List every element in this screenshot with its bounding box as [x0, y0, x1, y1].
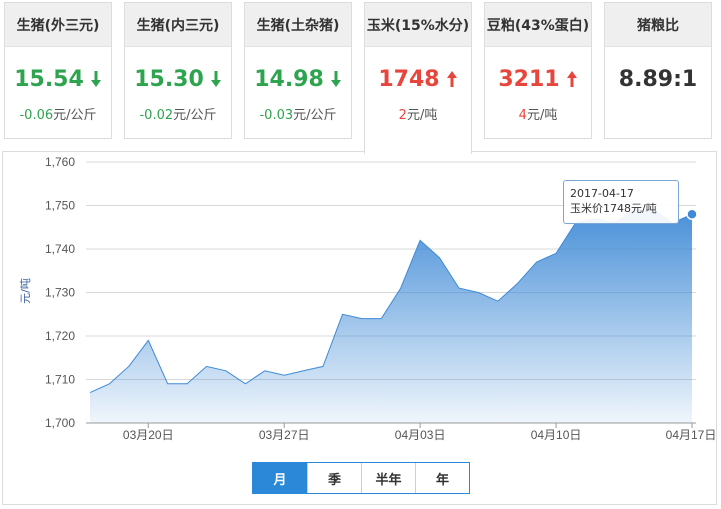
data-point[interactable]: [686, 208, 698, 220]
x-tick-label: 04月03日: [395, 428, 446, 442]
card-change: -0.02元/公斤: [125, 104, 231, 123]
series-area: [90, 209, 692, 423]
data-point[interactable]: [320, 363, 326, 369]
arrow-down-icon: [90, 71, 101, 87]
price-card[interactable]: 生猪(外三元) 15.54 -0.06元/公斤: [4, 2, 112, 139]
data-point[interactable]: [281, 372, 287, 378]
data-point[interactable]: [534, 259, 540, 265]
data-point[interactable]: [417, 237, 423, 243]
card-change-unit: 元/公斤: [293, 108, 337, 123]
data-point[interactable]: [553, 250, 559, 256]
data-point[interactable]: [359, 316, 365, 322]
card-value-number: 15.30: [134, 67, 204, 92]
chart-tooltip: 2017-04-17 玉米价1748元/吨: [563, 180, 679, 224]
card-value-number: 3211: [498, 67, 560, 92]
card-change-value: 2: [398, 108, 407, 123]
card-value-number: 8.89:1: [618, 67, 698, 92]
data-point[interactable]: [475, 290, 481, 296]
data-point[interactable]: [301, 368, 307, 374]
price-card[interactable]: 生猪(内三元) 15.30 -0.02元/公斤: [124, 2, 232, 139]
y-tick-label: 1,760: [45, 155, 75, 169]
tooltip-date: 2017-04-17: [570, 187, 634, 200]
arrow-down-icon: [330, 71, 341, 87]
x-tick-label: 04月17日: [666, 428, 717, 442]
card-value: 15.54: [5, 67, 111, 92]
range-button[interactable]: 月: [253, 463, 307, 493]
y-tick-label: 1,720: [45, 329, 75, 343]
card-change-value: 4: [518, 108, 527, 123]
card-value: 14.98: [245, 67, 351, 92]
card-change: 4元/吨: [485, 104, 591, 123]
arrow-up-icon: [446, 71, 457, 87]
data-point[interactable]: [145, 337, 151, 343]
card-value: 15.30: [125, 67, 231, 92]
y-tick-label: 1,700: [45, 416, 75, 430]
range-button[interactable]: 半年: [361, 463, 415, 493]
card-value: 3211: [485, 67, 591, 92]
card-change: -0.06元/公斤: [5, 104, 111, 123]
range-button[interactable]: 季: [307, 463, 361, 493]
x-tick-label: 04月10日: [531, 428, 582, 442]
card-title: 生猪(外三元): [5, 3, 111, 47]
y-tick-label: 1,750: [45, 199, 75, 213]
data-point[interactable]: [456, 285, 462, 291]
data-point[interactable]: [242, 381, 248, 387]
data-point[interactable]: [398, 285, 404, 291]
data-point[interactable]: [514, 281, 520, 287]
data-point[interactable]: [378, 316, 384, 322]
price-card[interactable]: 玉米(15%水分) 1748 2元/吨: [364, 2, 472, 154]
x-tick-label: 03月27日: [259, 428, 310, 442]
card-change-unit: 元/吨: [406, 108, 438, 123]
card-title: 猪粮比: [605, 3, 711, 47]
data-point[interactable]: [437, 255, 443, 261]
arrow-down-icon: [210, 71, 221, 87]
data-point[interactable]: [126, 363, 132, 369]
data-point[interactable]: [495, 298, 501, 304]
card-value-number: 15.54: [14, 67, 84, 92]
x-tick-label: 03月20日: [123, 428, 174, 442]
y-axis-label: 元/吨: [19, 278, 32, 304]
data-point[interactable]: [340, 311, 346, 317]
card-title: 生猪(土杂猪): [245, 3, 351, 47]
card-title: 玉米(15%水分): [365, 3, 471, 47]
range-selector: 月季半年年: [252, 462, 470, 494]
data-point[interactable]: [262, 368, 268, 374]
arrow-up-icon: [566, 71, 577, 87]
data-point[interactable]: [184, 381, 190, 387]
tooltip-text: 玉米价1748元/吨: [570, 202, 657, 215]
card-change: -0.03元/公斤: [245, 104, 351, 123]
card-change-value: -0.03: [259, 108, 294, 123]
card-change-unit: 元/公斤: [53, 108, 97, 123]
card-value: 8.89:1: [605, 67, 711, 92]
card-value-number: 14.98: [254, 67, 324, 92]
data-point[interactable]: [204, 363, 210, 369]
price-card[interactable]: 豆粕(43%蛋白) 3211 4元/吨: [484, 2, 592, 139]
price-card[interactable]: 生猪(土杂猪) 14.98 -0.03元/公斤: [244, 2, 352, 139]
y-tick-label: 1,730: [45, 286, 75, 300]
card-value-number: 1748: [378, 67, 440, 92]
card-change-unit: 元/公斤: [173, 108, 217, 123]
price-card[interactable]: 猪粮比 8.89:1: [604, 2, 712, 139]
card-change-unit: 元/吨: [526, 108, 558, 123]
y-tick-label: 1,740: [45, 242, 75, 256]
data-point[interactable]: [223, 368, 229, 374]
card-title: 生猪(内三元): [125, 3, 231, 47]
y-tick-label: 1,710: [45, 373, 75, 387]
card-value: 1748: [365, 67, 471, 92]
card-title: 豆粕(43%蛋白): [485, 3, 591, 47]
range-button[interactable]: 年: [415, 463, 469, 493]
card-change: 2元/吨: [365, 104, 471, 123]
data-point[interactable]: [165, 381, 171, 387]
data-point[interactable]: [106, 381, 112, 387]
card-change-value: -0.06: [19, 108, 54, 123]
data-point[interactable]: [87, 390, 93, 396]
card-change-value: -0.02: [139, 108, 174, 123]
price-cards: 生猪(外三元) 15.54 -0.06元/公斤 生猪(内三元) 15.30 -0.02元/…: [0, 0, 721, 154]
